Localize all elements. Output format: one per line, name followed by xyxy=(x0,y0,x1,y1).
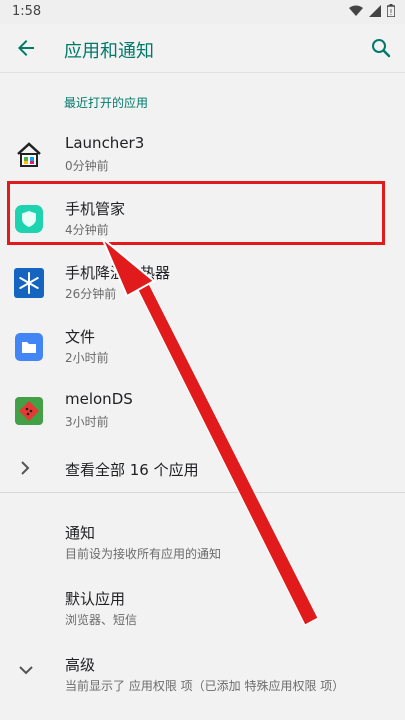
app-row-files[interactable]: 文件 2小时前 xyxy=(0,316,405,380)
setting-title: 高级 xyxy=(65,656,96,674)
app-name: melonDS xyxy=(65,390,133,408)
app-row-cooler[interactable]: 手机降温散热器 26分钟前 xyxy=(0,252,405,316)
app-bar: 应用和通知 xyxy=(0,24,405,73)
advanced-setting[interactable]: 高级 当前显示了 应用权限 项（已添加 特殊应用权限 项） xyxy=(0,644,405,708)
launcher3-icon xyxy=(17,142,41,167)
app-row-melonds[interactable]: melonDS 3小时前 xyxy=(0,380,405,444)
app-name: 文件 xyxy=(65,328,96,346)
app-name: 手机降温散热器 xyxy=(65,264,171,282)
setting-subtitle: 目前设为接收所有应用的通知 xyxy=(65,547,222,561)
setting-subtitle: 浏览器、短信 xyxy=(65,613,138,627)
search-icon[interactable] xyxy=(369,36,393,60)
signal-icon xyxy=(369,4,381,17)
app-name: Launcher3 xyxy=(65,134,145,152)
chevron-down-icon xyxy=(19,666,33,675)
melonds-icon xyxy=(15,397,43,425)
back-arrow-icon[interactable] xyxy=(14,36,38,60)
notifications-setting[interactable]: 通知 目前设为接收所有应用的通知 xyxy=(0,512,405,576)
setting-title: 通知 xyxy=(65,524,96,542)
wifi-icon xyxy=(349,5,363,16)
status-time: 1:58 xyxy=(12,4,42,19)
default-apps-setting[interactable]: 默认应用 浏览器、短信 xyxy=(0,578,405,642)
see-all-apps-row[interactable]: 查看全部 16 个应用 xyxy=(0,444,405,492)
setting-subtitle: 当前显示了 应用权限 项（已添加 特殊应用权限 项） xyxy=(65,679,345,693)
app-row-launcher3[interactable]: Launcher3 0分钟前 xyxy=(0,124,405,188)
status-bar: 1:58 ! xyxy=(0,0,405,24)
divider xyxy=(0,492,405,493)
app-last-used: 3小时前 xyxy=(65,415,109,429)
app-last-used: 2小时前 xyxy=(65,351,109,365)
snowflake-icon xyxy=(14,268,44,298)
app-last-used: 0分钟前 xyxy=(65,159,109,173)
see-all-apps-label: 查看全部 16 个应用 xyxy=(65,461,199,479)
setting-title: 默认应用 xyxy=(65,590,126,608)
recent-apps-header: 最近打开的应用 xyxy=(64,96,149,110)
battery-icon: ! xyxy=(387,4,395,17)
folder-icon xyxy=(15,333,43,361)
app-last-used: 26分钟前 xyxy=(65,287,117,301)
page-title: 应用和通知 xyxy=(64,41,154,62)
status-icons: ! xyxy=(349,4,395,17)
svg-text:!: ! xyxy=(389,8,392,17)
highlight-box xyxy=(7,181,385,245)
chevron-right-icon xyxy=(21,461,30,475)
